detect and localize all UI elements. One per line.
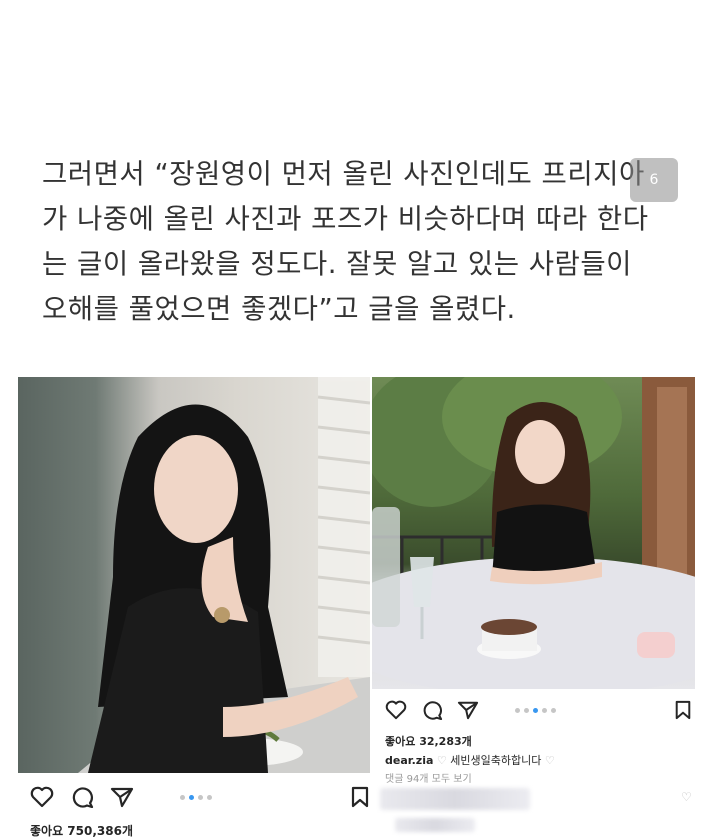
page-indicator-badge[interactable]: 6 xyxy=(630,158,678,202)
article-line: 오해를 풀었으면 좋겠다”고 글을 올렸다. xyxy=(42,293,516,325)
carousel-dot xyxy=(198,795,203,800)
right-post-actions xyxy=(385,700,479,724)
left-post-carousel-dots xyxy=(180,795,212,800)
article-line: 는 글이 올라왔을 정도다. 잘못 알고 있는 사람들이 xyxy=(42,248,632,280)
comment-like-heart-icon[interactable]: ♡ xyxy=(681,790,692,804)
bookmark-icon[interactable] xyxy=(350,786,370,812)
carousel-dot xyxy=(551,708,556,713)
blurred-comment xyxy=(395,818,475,832)
carousel-dot xyxy=(180,795,185,800)
article-text: 그러면서 “장원영이 먼저 올린 사진인데도 프리지아 가 나중에 올린 사진과… xyxy=(42,152,662,332)
caption-username[interactable]: dear.zia xyxy=(385,754,433,767)
right-post-likes[interactable]: 좋아요 32,283개 xyxy=(385,733,472,749)
article-line: 그러면서 “장원영이 먼저 올린 사진인데도 프리지아 xyxy=(42,158,645,190)
heart-icon[interactable] xyxy=(30,786,54,812)
left-post-actions xyxy=(30,786,134,812)
carousel-dot-active xyxy=(533,708,538,713)
right-post-photo[interactable] xyxy=(372,377,695,689)
carousel-dot xyxy=(524,708,529,713)
article-line: 가 나중에 올린 사진과 포즈가 비슷하다며 따라 한다 xyxy=(42,203,649,235)
blurred-comment xyxy=(380,788,530,810)
left-post-likes[interactable]: 좋아요 750,386개 xyxy=(30,822,133,839)
bookmark-icon[interactable] xyxy=(674,700,692,724)
left-post-photo-illustration xyxy=(78,377,370,773)
carousel-dot-active xyxy=(189,795,194,800)
comment-icon[interactable] xyxy=(421,700,443,724)
heart-emoji-icon: ♡ xyxy=(544,754,555,767)
right-post-carousel-dots xyxy=(515,708,556,713)
heart-emoji-icon: ♡ xyxy=(436,754,447,767)
carousel-dot xyxy=(515,708,520,713)
heart-icon[interactable] xyxy=(385,700,407,724)
comment-icon[interactable] xyxy=(70,786,94,812)
share-icon[interactable] xyxy=(457,700,479,724)
left-post-photo[interactable] xyxy=(18,377,370,773)
right-post-photo-illustration xyxy=(372,377,695,689)
right-post-caption: dear.zia ♡ 세빈생일축하합니다 ♡ xyxy=(385,752,555,768)
carousel-dot xyxy=(542,708,547,713)
view-comments-link[interactable]: 댓글 94개 모두 보기 xyxy=(385,770,472,785)
share-icon[interactable] xyxy=(110,786,134,812)
carousel-dot xyxy=(207,795,212,800)
caption-text: 세빈생일축하합니다 xyxy=(450,754,542,767)
